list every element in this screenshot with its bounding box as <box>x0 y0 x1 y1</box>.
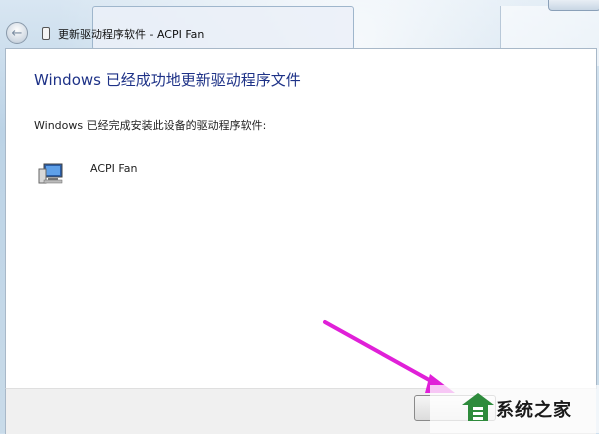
computer-icon <box>38 163 63 184</box>
title-bar: ← 更新驱动程序软件 - ACPI Fan <box>0 20 599 46</box>
page-title: Windows 已经成功地更新驱动程序文件 <box>34 71 301 89</box>
wizard-content: Windows 已经成功地更新驱动程序文件 Windows 已经完成安装此设备的… <box>5 48 597 389</box>
watermark-logo-icon <box>462 393 494 421</box>
back-arrow-icon: ← <box>11 25 23 41</box>
watermark-text: 系统之家 <box>496 400 572 421</box>
device-name: ACPI Fan <box>90 162 138 175</box>
device-icon <box>42 27 50 40</box>
back-button[interactable]: ← <box>6 22 28 44</box>
window-title: 更新驱动程序软件 - ACPI Fan <box>58 28 205 41</box>
background-close-button <box>548 0 599 11</box>
description-text: Windows 已经完成安装此设备的驱动程序软件: <box>34 119 267 132</box>
